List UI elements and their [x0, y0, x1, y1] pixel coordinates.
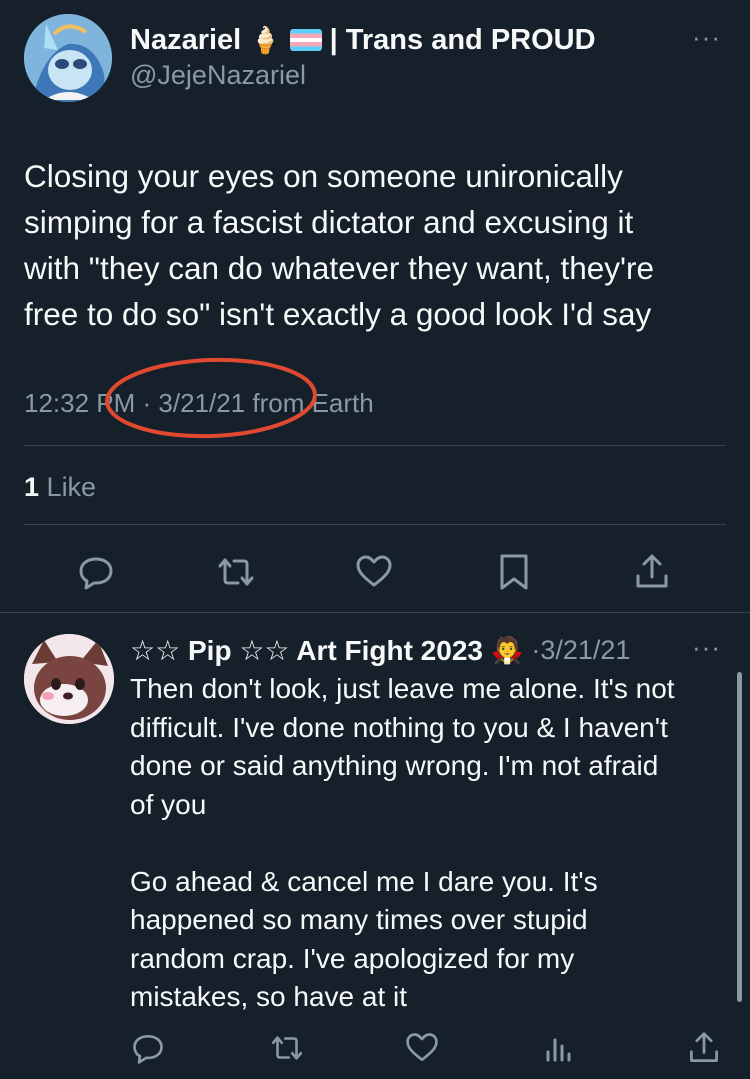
- like-count-number: 1: [24, 472, 40, 502]
- bookmark-button[interactable]: [496, 552, 532, 592]
- reply-views-button[interactable]: [544, 1030, 574, 1066]
- tweet-text: Closing your eyes on someone unironicall…: [24, 153, 724, 337]
- divider: [24, 524, 726, 525]
- share-icon: [690, 1032, 718, 1062]
- reply-text-line: done or said anything wrong. I'm not afr…: [130, 750, 659, 781]
- reply-reply-button[interactable]: [130, 1030, 166, 1066]
- reply-author-row[interactable]: ☆☆ Pip ☆☆ Art Fight 2023 🧛 ·3/21/21: [130, 632, 630, 668]
- author-name-suffix: | Trans and PROUD: [329, 23, 596, 56]
- retweet-icon: [218, 558, 254, 586]
- reply-author-avatar[interactable]: [24, 634, 114, 724]
- reply-display-name[interactable]: ☆☆ Pip ☆☆ Art Fight 2023: [130, 634, 483, 667]
- reply-like-button[interactable]: [404, 1030, 440, 1066]
- ice-cream-emoji-icon: 🍦: [249, 25, 282, 55]
- reply-share-button[interactable]: [686, 1030, 722, 1066]
- section-divider: [0, 612, 750, 613]
- divider: [24, 445, 726, 446]
- reply-text-line: random crap. I've apologized for my: [130, 942, 575, 974]
- retweet-button[interactable]: [214, 552, 258, 592]
- share-button[interactable]: [632, 552, 672, 592]
- retweet-icon: [271, 1036, 303, 1060]
- reply-text-line: [130, 824, 730, 863]
- reply-text-line: happened so many times over stupid: [130, 904, 588, 935]
- reply-text-line: difficult. I've done nothing to you & I …: [130, 711, 668, 743]
- likes-count[interactable]: 1 Like: [24, 472, 96, 503]
- author-handle[interactable]: @JejeNazariel: [130, 60, 306, 91]
- author-display-name[interactable]: Nazariel: [130, 24, 241, 57]
- more-options-icon[interactable]: ···: [692, 22, 721, 53]
- tweet-text-line: with "they can do whatever they want, th…: [24, 250, 655, 286]
- like-count-label: Like: [46, 472, 97, 502]
- reply-date[interactable]: ·3/21/21: [531, 635, 630, 666]
- reply-text-line: Then don't look, just leave me alone. It…: [130, 673, 675, 704]
- reply-icon: [133, 1034, 163, 1064]
- reply-more-options-icon[interactable]: ···: [692, 632, 721, 663]
- reply-text: Then don't look, just leave me alone. It…: [130, 670, 730, 1017]
- reply-text-line: of you: [130, 788, 207, 820]
- author-avatar[interactable]: [24, 14, 112, 102]
- reply-text-line: Go ahead & cancel me I dare you. It's: [130, 865, 598, 897]
- bookmark-icon: [500, 554, 528, 590]
- like-icon: [356, 555, 392, 587]
- reply-button[interactable]: [76, 552, 116, 592]
- author-name-row[interactable]: Nazariel 🍦 | Trans and PROUD: [130, 22, 596, 58]
- red-circle-annotation: [105, 357, 317, 439]
- like-icon: [406, 1033, 438, 1062]
- views-icon: [546, 1038, 571, 1062]
- reply-text-line: mistakes, so have at it: [130, 981, 408, 1012]
- like-button[interactable]: [354, 552, 394, 592]
- reply-icon: [79, 557, 113, 590]
- tweet-text-line: free to do so" isn't exactly a good look…: [24, 296, 652, 332]
- scrollbar[interactable]: [737, 672, 742, 1002]
- reply-retweet-button[interactable]: [268, 1030, 306, 1066]
- tweet-text-line: simping for a fascist dictator and excus…: [24, 204, 634, 240]
- vampire-emoji-icon: 🧛: [490, 634, 524, 665]
- tweet-text-line: Closing your eyes on someone unironicall…: [24, 158, 623, 194]
- trans-flag-icon: [289, 29, 322, 51]
- share-icon: [636, 554, 668, 588]
